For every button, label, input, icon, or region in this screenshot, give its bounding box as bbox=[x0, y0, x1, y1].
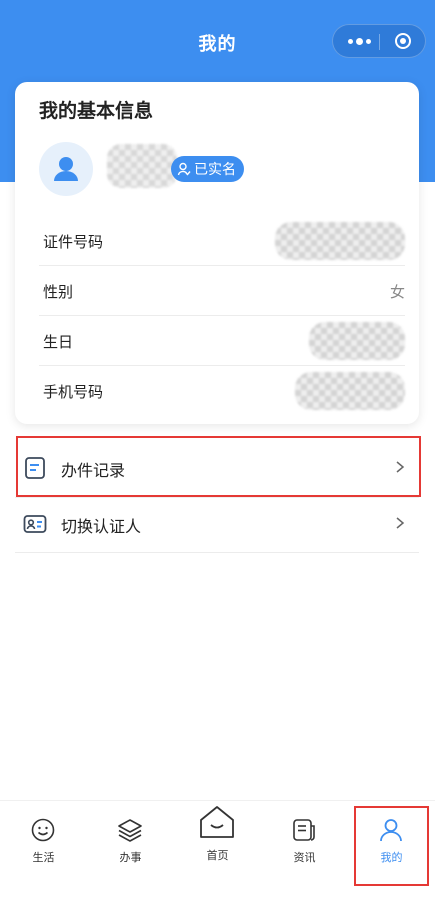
id-number-label: 证件号码 bbox=[43, 233, 104, 251]
layers-icon bbox=[118, 819, 142, 842]
info-row-gender: 性别 女 bbox=[39, 266, 405, 316]
phone-redacted bbox=[295, 372, 405, 410]
menu-label-switch-authenticator: 切换认证人 bbox=[61, 517, 142, 536]
info-row-birthday: 生日 bbox=[39, 316, 405, 366]
more-options-icon[interactable] bbox=[343, 33, 375, 49]
close-miniprogram-icon[interactable] bbox=[395, 33, 411, 49]
user-outline-icon bbox=[177, 162, 191, 176]
user-name-redacted bbox=[107, 144, 177, 188]
verified-label: 已实名 bbox=[194, 162, 236, 178]
tab-services[interactable]: 办事 bbox=[87, 801, 174, 900]
highlight-box-mine-tab bbox=[354, 806, 429, 886]
smile-icon bbox=[31, 818, 55, 842]
basic-info-card: 我的基本信息 已实名 证件号码 性别 女 生日 手机号码 bbox=[15, 82, 419, 424]
birthday-redacted bbox=[309, 322, 405, 360]
tab-label-home: 首页 bbox=[206, 849, 229, 862]
info-rows: 证件号码 性别 女 生日 手机号码 bbox=[39, 216, 405, 415]
chevron-right-icon bbox=[396, 517, 405, 529]
menu-item-switch-authenticator[interactable]: 切换认证人 bbox=[15, 496, 419, 552]
miniprogram-capsule bbox=[332, 24, 426, 58]
home-icon bbox=[200, 806, 234, 838]
info-row-id-number: 证件号码 bbox=[39, 216, 405, 266]
avatar bbox=[39, 142, 93, 196]
gender-value: 女 bbox=[389, 283, 405, 301]
verified-badge: 已实名 bbox=[171, 156, 244, 182]
tab-label-life: 生活 bbox=[32, 851, 55, 864]
tab-news[interactable]: 资讯 bbox=[261, 801, 348, 900]
menu-divider bbox=[15, 552, 419, 553]
phone-label: 手机号码 bbox=[43, 383, 104, 401]
tab-label-news: 资讯 bbox=[293, 851, 316, 864]
tab-home[interactable]: 首页 bbox=[174, 801, 261, 900]
user-avatar-icon bbox=[54, 157, 78, 181]
tab-life[interactable]: 生活 bbox=[0, 801, 87, 900]
tab-label-services: 办事 bbox=[119, 851, 142, 864]
birthday-label: 生日 bbox=[43, 333, 74, 351]
info-row-phone: 手机号码 bbox=[39, 366, 405, 415]
news-icon bbox=[293, 819, 315, 841]
gender-label: 性别 bbox=[43, 283, 74, 301]
capsule-divider bbox=[379, 34, 380, 50]
id-number-redacted bbox=[275, 222, 405, 260]
id-card-icon bbox=[23, 515, 47, 533]
highlight-box-records bbox=[16, 436, 421, 497]
card-title: 我的基本信息 bbox=[39, 100, 154, 122]
